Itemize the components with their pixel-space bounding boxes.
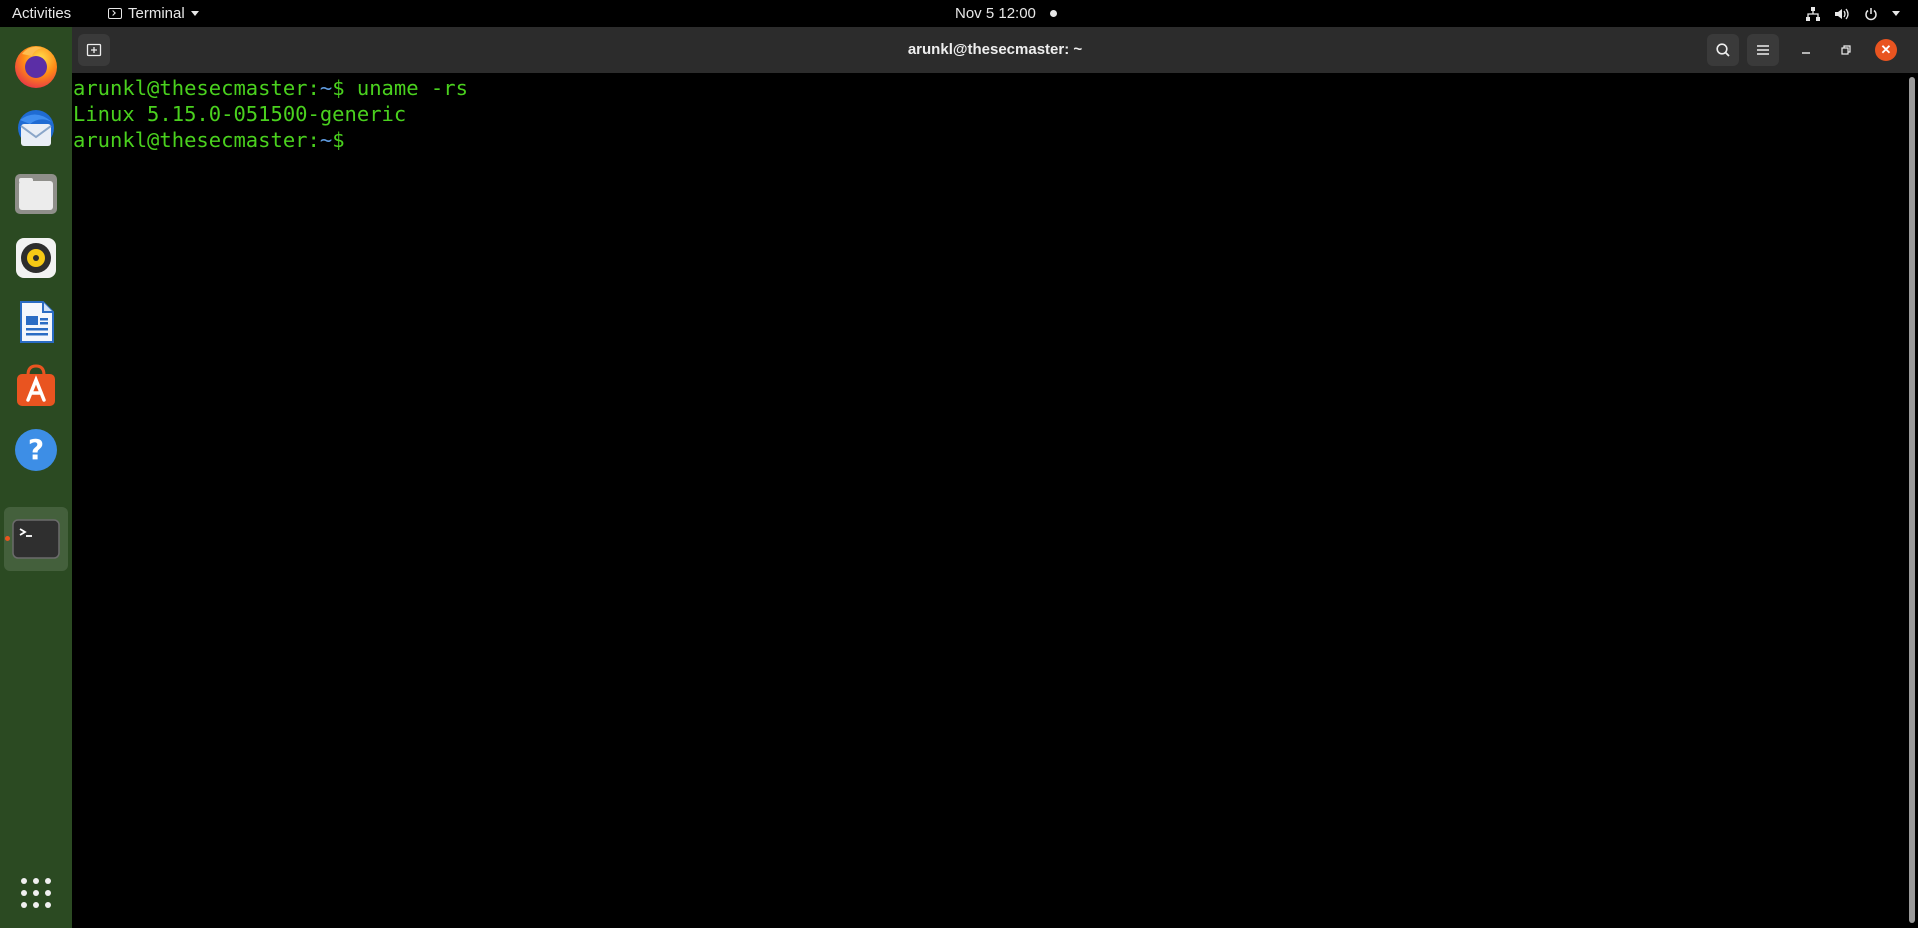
prompt-separator: :: [307, 128, 320, 152]
restore-icon: [1841, 45, 1851, 55]
prompt-path: ~: [319, 128, 333, 152]
maximize-button[interactable]: [1830, 34, 1862, 66]
minimize-icon: [1802, 52, 1810, 54]
command-text: uname -rs: [356, 76, 468, 100]
dock-show-applications[interactable]: [4, 861, 68, 925]
dock-rhythmbox[interactable]: [4, 226, 68, 290]
minimize-button[interactable]: [1790, 34, 1822, 66]
app-menu-label: Terminal: [128, 5, 185, 22]
dock-ubuntu-software[interactable]: [4, 354, 68, 418]
top-bar: Activities Terminal Nov 5 12:00: [0, 0, 1918, 27]
dock-thunderbird[interactable]: [4, 98, 68, 162]
prompt-path: ~: [319, 76, 333, 100]
prompt-separator: :: [307, 76, 320, 100]
notification-dot-icon: [1049, 10, 1057, 17]
dock-terminal[interactable]: [4, 507, 68, 571]
window-titlebar[interactable]: arunkl@thesecmaster: ~ ✕: [72, 27, 1918, 73]
prompt-symbol: $: [332, 76, 357, 100]
terminal-line: Linux 5.15.0-051500-generic: [73, 101, 1918, 127]
terminal-line: arunkl@thesecmaster:~$: [73, 127, 1918, 153]
command-output: Linux 5.15.0-051500-generic: [73, 102, 407, 126]
thunderbird-icon: [18, 110, 54, 146]
files-icon: [15, 174, 57, 214]
new-tab-icon: [86, 43, 102, 57]
new-tab-button[interactable]: [78, 34, 110, 66]
search-button[interactable]: [1707, 34, 1739, 66]
firefox-icon: [15, 46, 57, 88]
writer-document-icon: [20, 301, 54, 343]
help-icon: ?: [15, 429, 57, 471]
clock-label: Nov 5 12:00: [955, 5, 1036, 22]
prompt-user: arunkl@thesecmaster: [73, 128, 308, 152]
search-icon: [1716, 43, 1730, 57]
chevron-down-icon: [190, 11, 199, 16]
dock: ?: [0, 27, 72, 928]
prompt-symbol: $: [332, 128, 357, 152]
running-indicator: [5, 536, 10, 541]
software-bag-icon: [17, 364, 55, 406]
terminal-icon: [108, 8, 122, 19]
volume-icon: [1834, 7, 1850, 21]
clock[interactable]: Nov 5 12:00: [955, 0, 1057, 27]
chevron-down-icon: [1892, 11, 1900, 16]
terminal-output[interactable]: arunkl@thesecmaster:~$ uname -rs Linux 5…: [72, 73, 1918, 928]
svg-text:?: ?: [28, 433, 44, 466]
power-icon: [1864, 7, 1878, 21]
terminal-line: arunkl@thesecmaster:~$ uname -rs: [73, 75, 1918, 101]
system-tray[interactable]: [1806, 0, 1900, 27]
dock-firefox[interactable]: [4, 34, 68, 98]
dock-files[interactable]: [4, 162, 68, 226]
menu-button[interactable]: [1747, 34, 1779, 66]
window-title: arunkl@thesecmaster: ~: [907, 41, 1083, 58]
rhythmbox-icon: [16, 238, 56, 278]
prompt-user: arunkl@thesecmaster: [73, 76, 308, 100]
close-button[interactable]: ✕: [1870, 34, 1902, 66]
dock-libreoffice-writer[interactable]: [4, 290, 68, 354]
network-icon: [1806, 6, 1820, 21]
terminal-scrollbar[interactable]: [1909, 77, 1915, 923]
app-grid-icon: [21, 878, 51, 908]
terminal-icon: [12, 519, 60, 559]
dock-help[interactable]: ?: [4, 418, 68, 482]
app-menu[interactable]: Terminal: [108, 0, 199, 27]
close-icon: ✕: [1875, 39, 1897, 61]
hamburger-icon: [1757, 45, 1769, 55]
activities-button[interactable]: Activities: [12, 0, 71, 27]
